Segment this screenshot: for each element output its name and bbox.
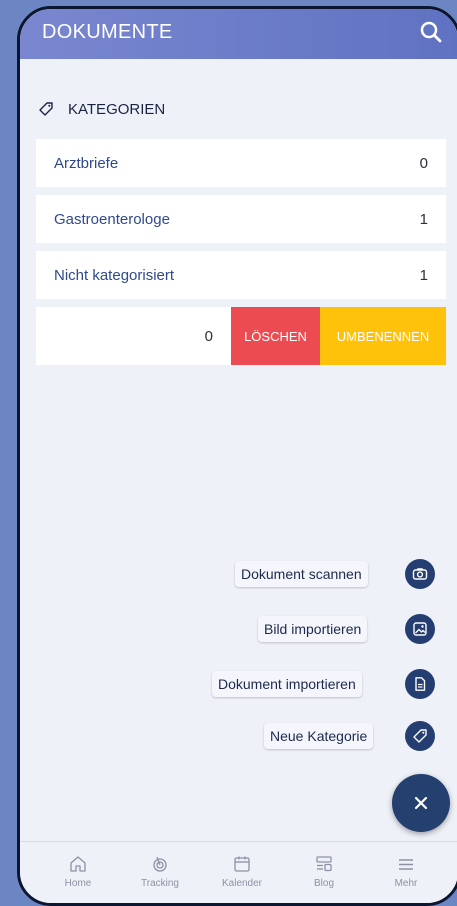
fab-close-button[interactable] — [392, 774, 450, 832]
delete-button[interactable]: LÖSCHEN — [231, 307, 320, 365]
search-icon[interactable] — [418, 19, 444, 45]
tab-tracking[interactable]: Tracking — [130, 854, 190, 889]
menu-icon — [399, 859, 413, 870]
scan-document-button[interactable] — [405, 559, 435, 589]
import-image-label[interactable]: Bild importieren — [258, 616, 368, 642]
scan-document-label[interactable]: Dokument scannen — [235, 561, 368, 587]
image-icon — [413, 622, 427, 636]
tracking-icon — [153, 856, 167, 872]
camera-icon — [412, 568, 428, 580]
blog-icon — [316, 856, 332, 872]
category-label: Nicht kategorisiert — [54, 266, 175, 284]
tab-blog[interactable]: Blog — [294, 854, 354, 889]
new-category-button[interactable] — [405, 721, 435, 751]
tab-label: Tracking — [141, 878, 179, 889]
app-header: DOKUMENTE — [20, 9, 457, 59]
tab-label: Mehr — [394, 878, 418, 889]
tab-label: Blog — [313, 878, 334, 889]
page-title: DOKUMENTE — [42, 21, 173, 43]
swiped-category-row: 0 LÖSCHEN UMBENENNEN — [36, 307, 446, 365]
tab-calendar[interactable]: Kalender — [212, 854, 272, 889]
category-label: Arztbriefe — [54, 154, 119, 172]
tab-label: Kalender — [221, 878, 263, 889]
bottom-tab-bar: Home Tracking Kalender Blog Mehr — [20, 841, 457, 903]
document-icon — [415, 677, 426, 691]
category-row-arztbriefe[interactable]: Arztbriefe 0 — [36, 139, 446, 187]
calendar-icon — [234, 856, 250, 872]
phone-screen: DOKUMENTE KATEGORIEN Arztbriefe 0 Gastro… — [17, 6, 457, 906]
import-image-button[interactable] — [405, 614, 435, 644]
category-row-nicht-kategorisiert[interactable]: Nicht kategorisiert 1 — [36, 251, 446, 299]
rename-button[interactable]: UMBENENNEN — [320, 307, 446, 365]
tab-more[interactable]: Mehr — [376, 854, 436, 889]
tab-label: Home — [64, 878, 92, 889]
new-category-label[interactable]: Neue Kategorie — [264, 723, 374, 749]
import-document-button[interactable] — [405, 669, 435, 699]
categories-heading: KATEGORIEN — [38, 97, 165, 121]
categories-heading-label: KATEGORIEN — [68, 100, 166, 118]
category-count: 0 — [36, 307, 231, 365]
import-document-label[interactable]: Dokument importieren — [212, 671, 362, 697]
category-label: Gastroenterologe — [54, 210, 170, 228]
tab-home[interactable]: Home — [48, 854, 108, 889]
category-row-gastroenterologe[interactable]: Gastroenterologe 1 — [36, 195, 446, 243]
category-count: 1 — [419, 210, 428, 228]
home-icon — [70, 856, 86, 872]
tag-icon — [39, 102, 53, 116]
category-count: 1 — [419, 266, 428, 284]
close-icon — [414, 796, 428, 810]
tag-icon — [413, 729, 427, 743]
category-count: 0 — [419, 154, 428, 172]
